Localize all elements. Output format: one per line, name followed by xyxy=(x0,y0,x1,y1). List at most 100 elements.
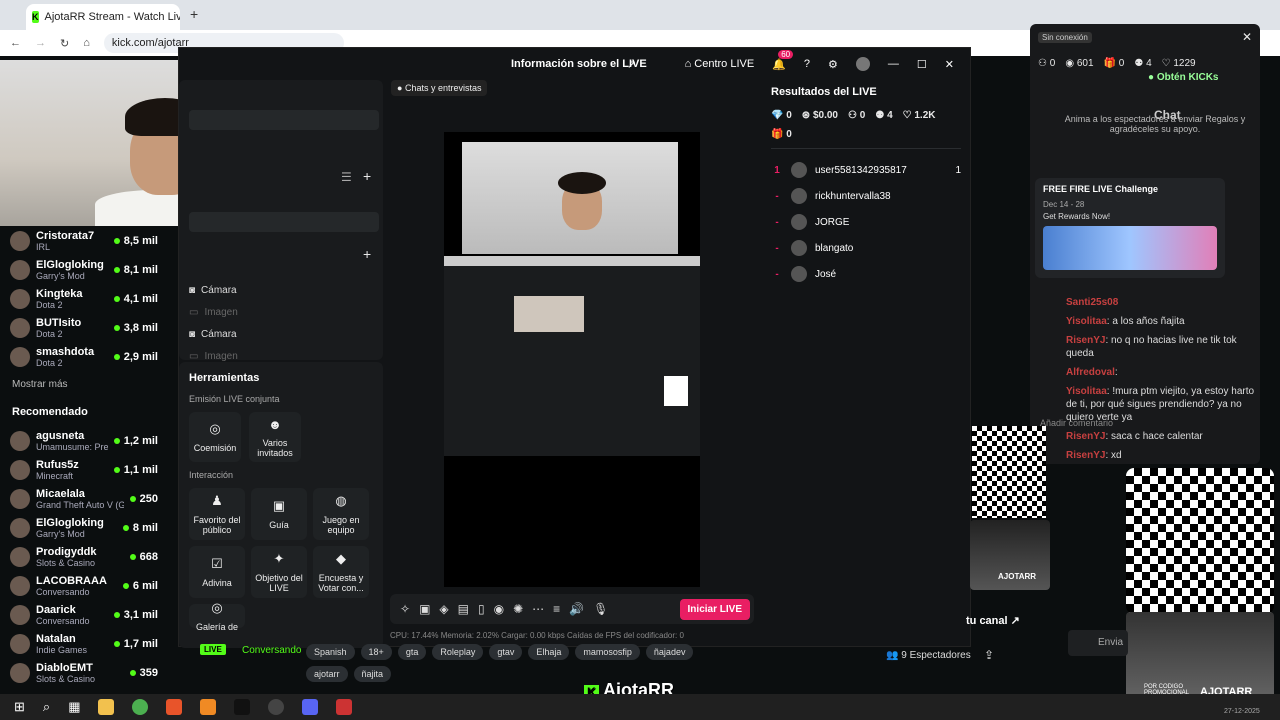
mic-icon[interactable]: 🎙 xyxy=(593,602,608,616)
search-icon[interactable]: ⌕ xyxy=(43,699,50,715)
tool-button[interactable]: ◎ Coemisión xyxy=(189,412,241,462)
close-icon[interactable]: ✕ xyxy=(945,58,954,71)
source-item[interactable]: ▭ Imagen xyxy=(179,301,383,323)
channel-item[interactable]: Prodigyddk Slots & Casino 668 xyxy=(0,542,170,571)
volume-icon[interactable]: 🔊 xyxy=(569,602,584,616)
browser-tab[interactable]: K AjotaRR Stream - Watch Live on ✕ xyxy=(26,4,180,30)
channel-item[interactable]: Kingteka Dota 2 4,1 mil xyxy=(0,284,170,313)
channel-item[interactable]: ElGlogloking Garry's Mod 8,1 mil xyxy=(0,255,170,284)
chat-username[interactable]: Yisolitaa xyxy=(1066,386,1107,397)
live-center-button[interactable]: ⌂ Centro LIVE xyxy=(685,58,755,70)
send-input[interactable]: Envia xyxy=(1068,630,1128,656)
stream-tag[interactable]: ñajadev xyxy=(645,644,694,660)
result-viewer-row[interactable]: - José xyxy=(771,261,961,287)
chrome-icon[interactable] xyxy=(132,699,149,715)
forward-icon[interactable]: → xyxy=(35,37,46,49)
tool-button[interactable]: ◍ Juego en equipo xyxy=(313,488,369,540)
avatar[interactable] xyxy=(855,57,870,71)
chat-stat-value: 601 xyxy=(1076,58,1094,69)
tiktok-icon[interactable] xyxy=(234,699,251,715)
discord-icon[interactable] xyxy=(302,699,319,715)
result-viewer-row[interactable]: - rickhuntervalla38 xyxy=(771,183,961,209)
tool-button[interactable]: ♟ Favorito del público xyxy=(189,488,245,540)
channel-item[interactable]: Micaelala Grand Theft Auto V (G... 250 xyxy=(0,484,170,513)
screen-icon[interactable]: ▣ xyxy=(419,602,430,616)
stream-category[interactable]: Conversando xyxy=(242,645,301,656)
stream-tag[interactable]: mamososfip xyxy=(575,644,640,660)
tool-button[interactable]: ▣ Guía xyxy=(251,488,307,540)
stream-tag[interactable]: Spanish xyxy=(306,644,355,660)
freefire-card[interactable]: FREE FIRE LIVE Challenge Dec 14 - 28 Get… xyxy=(1035,178,1225,278)
result-viewer-row[interactable]: - JORGE xyxy=(771,209,961,235)
chat-username[interactable]: Santi25s08 xyxy=(1066,297,1118,308)
new-tab-icon[interactable]: + xyxy=(190,6,198,22)
tool-button[interactable]: ☑ Adivina xyxy=(189,546,245,598)
more-icon[interactable]: ⋯ xyxy=(532,602,544,616)
source-item[interactable]: ◙ Cámara xyxy=(179,323,383,345)
obs-icon[interactable] xyxy=(268,699,285,715)
effects-icon[interactable]: ✺ xyxy=(513,602,523,616)
result-viewer-row[interactable]: - blangato xyxy=(771,235,961,261)
chat-username[interactable]: Yisolitaa xyxy=(1066,316,1107,327)
magic-icon[interactable]: ✧ xyxy=(400,602,410,616)
notifications-icon[interactable]: 🔔 60 xyxy=(772,49,794,71)
channel-item[interactable]: Rufus5z Minecraft 1,1 mil xyxy=(0,455,170,484)
tool-button[interactable]: ✦ Objetivo del LIVE xyxy=(251,546,307,598)
chat-username[interactable]: RisenYJ xyxy=(1066,335,1105,346)
channel-item[interactable]: BUTIsito Dota 2 3,8 mil xyxy=(0,313,170,342)
chat-username[interactable]: Alfredoval xyxy=(1066,367,1115,378)
start-icon[interactable]: ⊞ xyxy=(14,699,25,715)
tool-button[interactable]: ☻ Varios invitados xyxy=(249,412,301,462)
tool-button[interactable]: ◆ Encuesta y Votar con... xyxy=(313,546,369,598)
channel-item[interactable]: Natalan Indie Games 1,7 mil xyxy=(0,629,170,658)
stream-tag[interactable]: 18+ xyxy=(360,644,392,660)
share-stream-icon[interactable]: ⇪ xyxy=(984,648,994,662)
close-chat-icon[interactable]: ✕ xyxy=(1242,30,1252,44)
home-icon[interactable]: ⌂ xyxy=(83,37,90,49)
chats-chip[interactable]: ● Chats y entrevistas xyxy=(391,80,488,96)
chat-username[interactable]: RisenYJ xyxy=(1066,450,1105,461)
stream-tag[interactable]: ñajita xyxy=(353,666,392,682)
channel-item[interactable]: agusnetaUmamusume: Prett... 1,2 mil xyxy=(0,426,170,455)
media-icon[interactable]: ▤ xyxy=(458,602,469,616)
record-icon[interactable]: ◉ xyxy=(494,602,504,616)
help-icon[interactable]: ? xyxy=(804,58,810,70)
source-item[interactable]: ◙ Cámara xyxy=(179,279,383,301)
video-icon[interactable] xyxy=(336,699,353,715)
channel-item[interactable]: smashdota Dota 2 2,9 mil xyxy=(0,342,170,371)
phone-icon[interactable]: ▯ xyxy=(478,602,485,616)
get-kicks-button[interactable]: ● Obtén KICKs xyxy=(1148,72,1219,83)
result-viewer-row[interactable]: 1 user5581342935817 1 xyxy=(771,157,961,183)
channel-category: Slots & Casino xyxy=(36,557,96,568)
minimize-icon[interactable]: — xyxy=(888,58,899,70)
brave-icon[interactable] xyxy=(166,699,183,715)
ai-icon[interactable]: ◈ xyxy=(439,602,448,616)
share-icon[interactable]: ↗ xyxy=(627,58,636,71)
reload-icon[interactable]: ↻ xyxy=(60,37,69,50)
explorer-icon[interactable] xyxy=(98,699,115,715)
task-view-icon[interactable]: ▦ xyxy=(68,699,80,715)
show-more-link[interactable]: Mostrar más xyxy=(0,371,170,398)
settings-icon[interactable]: ⚙ xyxy=(828,58,838,71)
your-channel-link[interactable]: tu canal ↗ xyxy=(966,614,1020,627)
stream-tag[interactable]: Roleplay xyxy=(432,644,484,660)
maximize-icon[interactable]: ☐ xyxy=(917,58,927,71)
stream-tag[interactable]: gta xyxy=(397,644,427,660)
channel-item[interactable]: Cristorata7 IRL 8,5 mil xyxy=(0,226,170,255)
mixer-icon[interactable]: ≡ xyxy=(553,602,560,616)
add-source-icon[interactable]: + xyxy=(363,246,371,262)
back-icon[interactable]: ← xyxy=(10,37,21,49)
list-icon[interactable]: ☰ xyxy=(341,170,352,184)
app-icon[interactable] xyxy=(200,699,217,715)
stream-tag[interactable]: gtav xyxy=(489,644,523,660)
stream-tag[interactable]: ajotarr xyxy=(306,666,348,682)
add-scene-icon[interactable]: + xyxy=(363,168,371,184)
stream-tag[interactable]: Elhaja xyxy=(528,644,570,660)
channel-item[interactable]: DiabloEMT Slots & Casino 359 xyxy=(0,658,170,687)
tool-button[interactable]: ◎ Galería de xyxy=(189,600,245,632)
chat-input[interactable]: Añadir comentario xyxy=(1040,418,1260,436)
channel-item[interactable]: Daarick Conversando 3,1 mil xyxy=(0,600,170,629)
start-live-button[interactable]: Iniciar LIVE xyxy=(679,598,750,620)
channel-item[interactable]: LACOBRAAA Conversando 6 mil xyxy=(0,571,170,600)
channel-item[interactable]: ElGlogloking Garry's Mod 8 mil xyxy=(0,513,170,542)
